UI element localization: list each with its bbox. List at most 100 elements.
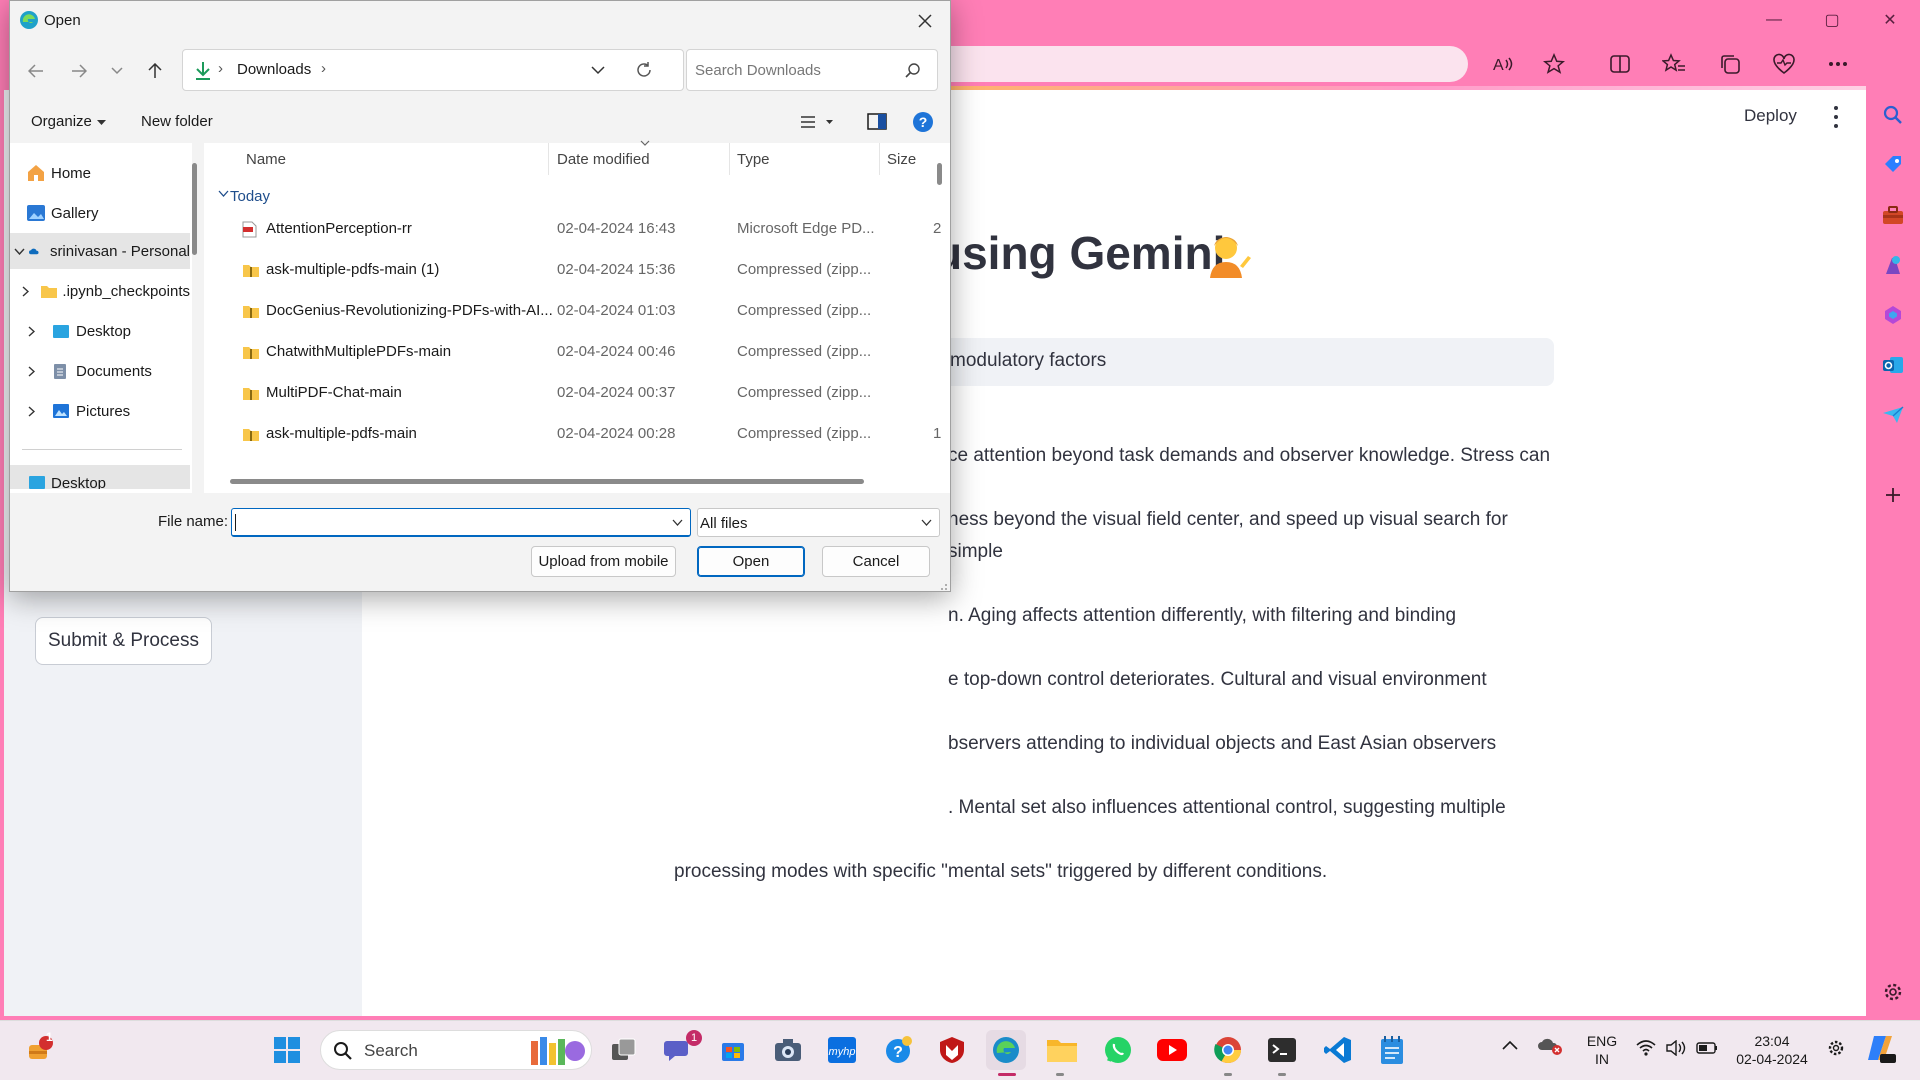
input-language-indicator[interactable]: ENG IN [1584, 1032, 1620, 1068]
copilot-preview-icon[interactable] [1864, 1034, 1896, 1064]
notification-settings-icon[interactable] [1826, 1038, 1846, 1060]
volume-icon[interactable] [1666, 1040, 1688, 1056]
upload-from-mobile-button[interactable]: Upload from mobile [531, 546, 676, 577]
file-row[interactable]: AttentionPerception-rr 02-04-2024 16:43 … [220, 210, 941, 250]
more-icon[interactable] [1820, 48, 1856, 80]
nav-item-onedrive[interactable]: srinivasan - Personal [10, 233, 190, 269]
close-browser-button[interactable]: ✕ [1862, 0, 1918, 40]
column-header-size[interactable]: Size [887, 151, 916, 168]
split-screen-icon[interactable] [1602, 48, 1638, 80]
chevron-right-icon[interactable] [10, 325, 52, 337]
main-menu-icon[interactable] [1826, 104, 1846, 130]
vscode-icon[interactable] [1318, 1030, 1358, 1070]
file-row[interactable]: ChatwithMultiplePDFs-main 02-04-2024 00:… [220, 333, 940, 373]
file-row[interactable]: DocGenius-Revolutionizing-PDFs-with-AI..… [220, 292, 940, 332]
chevron-right-icon[interactable] [10, 285, 40, 297]
mcafee-icon[interactable] [932, 1030, 972, 1070]
nav-item-gallery[interactable]: Gallery [10, 195, 190, 231]
chevron-down-icon[interactable] [591, 66, 605, 75]
address-bar[interactable] [920, 46, 1468, 82]
file-explorer-icon[interactable] [1042, 1030, 1082, 1070]
restore-button[interactable]: ▢ [1804, 0, 1860, 40]
forward-arrow-icon[interactable] [64, 57, 94, 85]
terminal-icon[interactable] [1262, 1030, 1302, 1070]
show-hidden-icons-chevron-icon[interactable] [1502, 1040, 1518, 1050]
microsoft-365-icon[interactable] [1876, 298, 1910, 332]
favorites-icon[interactable] [1656, 48, 1692, 80]
submit-process-button[interactable]: Submit & Process [35, 617, 212, 665]
vertical-scrollbar[interactable] [937, 163, 942, 185]
youtube-icon[interactable] [1152, 1030, 1192, 1070]
file-row[interactable]: MultiPDF-Chat-main 02-04-2024 00:37 Comp… [220, 374, 940, 414]
whatsapp-icon[interactable] [1098, 1030, 1138, 1070]
view-options-icon[interactable] [800, 115, 834, 129]
preview-pane-icon[interactable] [867, 113, 887, 130]
resize-grip-icon[interactable] [938, 581, 948, 591]
chevron-down-icon[interactable] [672, 519, 683, 526]
chrome-icon[interactable] [1208, 1030, 1248, 1070]
battery-icon[interactable] [1696, 1042, 1718, 1054]
start-windows-icon[interactable] [267, 1030, 307, 1070]
shopping-icon[interactable] [1876, 148, 1910, 182]
file-row[interactable]: ask-multiple-pdfs-main 02-04-2024 00:28 … [220, 415, 941, 455]
file-row[interactable]: ask-multiple-pdfs-main (1) 02-04-2024 15… [220, 251, 940, 291]
file-type-filter[interactable]: All files [697, 508, 940, 537]
microsoft-store-icon[interactable] [713, 1030, 753, 1070]
nav-pane-scrollbar[interactable] [192, 163, 197, 255]
nav-item-ipynb-checkpoints[interactable]: .ipynb_checkpoints [10, 273, 190, 309]
collections-icon[interactable] [1712, 48, 1748, 80]
column-separator[interactable] [879, 143, 880, 175]
breadcrumb-downloads[interactable]: Downloads [237, 61, 311, 78]
myhp-icon[interactable]: myhp [822, 1030, 862, 1070]
search-icon[interactable] [1876, 98, 1910, 132]
notepad-icon[interactable] [1372, 1030, 1412, 1070]
column-separator[interactable] [729, 143, 730, 175]
column-separator[interactable] [548, 143, 549, 175]
nav-item-documents[interactable]: Documents [10, 353, 190, 389]
nav-item-desktop-2[interactable]: Desktop [10, 465, 190, 489]
settings-icon[interactable] [1876, 975, 1910, 1009]
edge-browser-icon[interactable] [986, 1030, 1026, 1070]
add-icon[interactable] [1876, 478, 1910, 512]
new-folder-button[interactable]: New folder [141, 113, 213, 130]
chevron-right-icon[interactable] [10, 365, 52, 377]
column-header-type[interactable]: Type [737, 151, 770, 168]
clock[interactable]: 23:04 02-04-2024 [1730, 1032, 1814, 1068]
refresh-icon[interactable] [635, 61, 653, 79]
up-arrow-icon[interactable] [140, 57, 170, 85]
column-header-date[interactable]: Date modified [557, 151, 650, 168]
help-icon[interactable]: ? [912, 111, 934, 133]
chevron-right-icon[interactable] [10, 405, 52, 417]
onedrive-error-icon[interactable] [1538, 1036, 1564, 1056]
organize-button[interactable]: Organize [31, 113, 92, 130]
chevron-down-icon[interactable] [218, 190, 229, 197]
breadcrumb-separator[interactable]: › [321, 60, 326, 77]
tools-icon[interactable] [1876, 198, 1910, 232]
games-icon[interactable] [1876, 248, 1910, 282]
get-help-icon[interactable]: ? [878, 1030, 918, 1070]
back-arrow-icon[interactable] [21, 57, 51, 85]
favorite-star-icon[interactable] [1536, 48, 1572, 80]
cancel-button[interactable]: Cancel [822, 546, 930, 577]
nav-item-pictures[interactable]: Pictures [10, 393, 190, 429]
search-downloads-input[interactable]: Search Downloads [686, 49, 938, 91]
column-header-name[interactable]: Name [246, 151, 286, 168]
nav-item-desktop[interactable]: Desktop [10, 313, 190, 349]
nav-item-home[interactable]: Home [10, 155, 190, 191]
horizontal-scrollbar[interactable] [230, 479, 864, 484]
search-icon[interactable] [905, 62, 921, 78]
drop-icon[interactable] [1876, 398, 1910, 432]
performance-icon[interactable] [1766, 48, 1802, 80]
camera-icon[interactable] [768, 1030, 808, 1070]
recent-locations-chevron-icon[interactable] [102, 57, 132, 85]
close-icon[interactable] [908, 7, 942, 35]
read-aloud-icon[interactable]: A [1486, 48, 1522, 80]
file-name-input[interactable] [231, 508, 691, 537]
task-view-icon[interactable] [604, 1030, 644, 1070]
address-breadcrumb[interactable]: › Downloads › [182, 49, 684, 91]
chevron-down-icon[interactable] [10, 248, 29, 255]
taskbar-search-box[interactable]: Search [320, 1030, 592, 1070]
deploy-button[interactable]: Deploy [1744, 106, 1797, 126]
minimize-button[interactable]: — [1746, 0, 1802, 40]
group-header-today[interactable]: Today [230, 188, 270, 205]
